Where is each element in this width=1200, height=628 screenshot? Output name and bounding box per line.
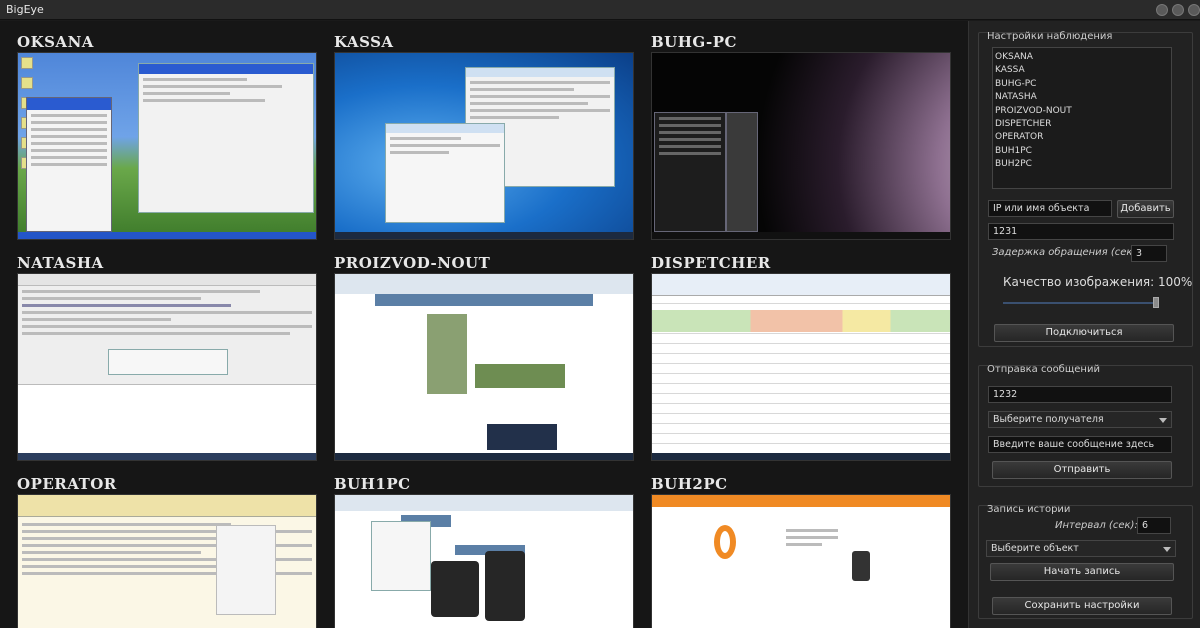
camera-name: OKSANA bbox=[17, 33, 94, 51]
window-title: BigEye bbox=[6, 3, 44, 16]
camera-tile-natasha[interactable]: NATASHA bbox=[17, 253, 319, 461]
delay-input[interactable]: 3 bbox=[1131, 245, 1167, 262]
send-button[interactable]: Отправить bbox=[992, 461, 1172, 479]
history-group-title: Запись истории bbox=[987, 504, 1071, 515]
object-select-value: Выберите объект bbox=[991, 543, 1079, 554]
ip-input[interactable]: IP или имя объекта bbox=[988, 200, 1112, 217]
quality-slider-track[interactable] bbox=[1003, 302, 1159, 304]
taskbar bbox=[18, 232, 316, 239]
camera-screen[interactable] bbox=[17, 273, 317, 461]
interval-label: Интервал (сек): bbox=[1055, 520, 1138, 531]
object-list-item[interactable]: KASSA bbox=[995, 64, 1169, 77]
start-menu-right bbox=[726, 112, 758, 232]
camera-tile-kassa[interactable]: KASSA bbox=[334, 32, 636, 240]
camera-screen[interactable] bbox=[17, 52, 317, 240]
messages-group-title: Отправка сообщений bbox=[987, 364, 1100, 375]
object-list[interactable]: OKSANA KASSA BUHG-PC NATASHA PROIZVOD-NO… bbox=[992, 47, 1172, 189]
start-menu bbox=[654, 112, 726, 232]
maximize-button[interactable] bbox=[1172, 4, 1184, 16]
camera-screen[interactable] bbox=[334, 273, 634, 461]
quality-label: Качество изображения: 100% bbox=[1003, 275, 1193, 289]
object-list-item[interactable]: BUH2PC bbox=[995, 158, 1169, 171]
settings-panel: Настройки наблюдения OKSANA KASSA BUHG-P… bbox=[968, 21, 1200, 628]
taskbar bbox=[652, 232, 950, 239]
camera-name: BUH2PC bbox=[651, 475, 728, 493]
taskbar bbox=[335, 453, 633, 460]
recipient-select-value: Выберите получателя bbox=[993, 414, 1104, 425]
taskbar bbox=[335, 232, 633, 239]
object-select[interactable]: Выберите объект bbox=[986, 540, 1176, 557]
explorer-window bbox=[138, 63, 314, 213]
title-bar: BigEye bbox=[0, 0, 1200, 20]
camera-name: KASSA bbox=[334, 33, 394, 51]
chevron-down-icon bbox=[1159, 418, 1167, 423]
camera-name: NATASHA bbox=[17, 254, 104, 272]
camera-tile-operator[interactable]: OPERATOR bbox=[17, 474, 319, 628]
camera-name: DISPETCHER bbox=[651, 254, 771, 272]
camera-name: BUH1PC bbox=[334, 475, 411, 493]
minimize-button[interactable] bbox=[1156, 4, 1168, 16]
object-list-item[interactable]: BUH1PC bbox=[995, 145, 1169, 158]
recipient-select[interactable]: Выберите получателя bbox=[988, 411, 1172, 428]
camera-name: PROIZVOD-NOUT bbox=[334, 254, 491, 272]
quality-slider-thumb[interactable] bbox=[1153, 297, 1159, 308]
object-list-item[interactable]: OPERATOR bbox=[995, 131, 1169, 144]
context-menu bbox=[371, 521, 431, 591]
taskbar bbox=[652, 453, 950, 460]
interval-input[interactable]: 6 bbox=[1137, 517, 1171, 534]
camera-name: BUHG-PC bbox=[651, 33, 737, 51]
delay-label: Задержка обращения (сек): bbox=[992, 247, 1140, 258]
message-input[interactable]: Введите ваше сообщение здесь bbox=[988, 436, 1172, 453]
camera-name: OPERATOR bbox=[17, 475, 117, 493]
port-input[interactable]: 1231 bbox=[988, 223, 1174, 240]
close-button[interactable] bbox=[1188, 4, 1200, 16]
observe-group-title: Настройки наблюдения bbox=[987, 31, 1113, 42]
chevron-down-icon bbox=[1163, 547, 1171, 552]
start-menu bbox=[26, 97, 112, 232]
taskbar bbox=[18, 453, 316, 460]
save-settings-button[interactable]: Сохранить настройки bbox=[992, 597, 1172, 615]
object-list-item[interactable]: BUHG-PC bbox=[995, 78, 1169, 91]
object-list-item[interactable]: PROIZVOD-NOUT bbox=[995, 105, 1169, 118]
object-list-item[interactable]: DISPETCHER bbox=[995, 118, 1169, 131]
camera-tile-proizvod-nout[interactable]: PROIZVOD-NOUT bbox=[334, 253, 636, 461]
camera-screen[interactable] bbox=[651, 52, 951, 240]
start-record-button[interactable]: Начать запись bbox=[990, 563, 1174, 581]
camera-screen[interactable] bbox=[17, 494, 317, 628]
camera-screen[interactable] bbox=[334, 52, 634, 240]
add-button[interactable]: Добавить bbox=[1117, 200, 1174, 218]
explorer-window bbox=[385, 123, 505, 223]
camera-tile-buh2pc[interactable]: BUH2PC bbox=[651, 474, 953, 628]
dialog-window bbox=[108, 349, 228, 375]
message-port-input[interactable]: 1232 bbox=[988, 386, 1172, 403]
camera-tile-buh1pc[interactable]: BUH1PC bbox=[334, 474, 636, 628]
camera-tile-buhg-pc[interactable]: BUHG-PC bbox=[651, 32, 953, 240]
camera-screen[interactable] bbox=[334, 494, 634, 628]
camera-grid: OKSANA KASSA BUHG-PC NATASHA PROIZVOD-NO… bbox=[0, 21, 968, 628]
camera-tile-dispetcher[interactable]: DISPETCHER bbox=[651, 253, 953, 461]
camera-screen[interactable] bbox=[651, 273, 951, 461]
object-list-item[interactable]: NATASHA bbox=[995, 91, 1169, 104]
connect-button[interactable]: Подключиться bbox=[994, 324, 1174, 342]
camera-tile-oksana[interactable]: OKSANA bbox=[17, 32, 319, 240]
object-list-item[interactable]: OKSANA bbox=[995, 51, 1169, 64]
camera-screen[interactable] bbox=[651, 494, 951, 628]
